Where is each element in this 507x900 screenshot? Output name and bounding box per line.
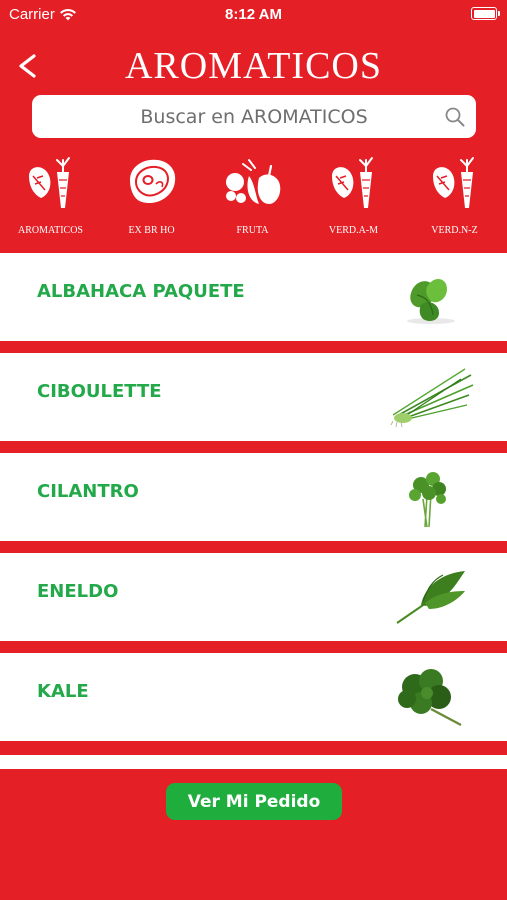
category-verd-a-m[interactable]: VERD.A-M	[303, 148, 404, 248]
category-fruta[interactable]: FRUTA	[202, 148, 303, 248]
page-title: AROMATICOS	[124, 45, 383, 87]
steak-icon	[129, 159, 175, 204]
search-input[interactable]	[32, 95, 476, 138]
product-name: KALE	[37, 681, 89, 702]
category-label: FRUTA	[236, 225, 269, 236]
category-label: VERD.N-Z	[431, 225, 478, 236]
product-name: ENELDO	[37, 581, 119, 602]
clock: 8:12 AM	[225, 6, 282, 23]
list-end-divider	[0, 755, 507, 769]
category-ex-br-ho[interactable]: EX BR HO	[101, 148, 202, 248]
battery-icon	[471, 7, 500, 20]
leaf-carrot-icon	[432, 157, 474, 208]
leaf-carrot-icon	[331, 157, 373, 208]
fruit-icon	[225, 159, 280, 204]
category-label: AROMATICOS	[17, 225, 83, 236]
category-label: EX BR HO	[128, 225, 175, 236]
category-label: VERD.A-M	[328, 225, 379, 236]
category-bar: AROMATICOS EX BR HO FRUTA VERD.A-M VERD.…	[0, 148, 507, 248]
dill-image	[396, 571, 465, 624]
category-verd-n-z[interactable]: VERD.N-Z	[404, 148, 505, 248]
product-name: ALBAHACA PAQUETE	[37, 281, 245, 302]
view-order-button[interactable]: Ver Mi Pedido	[166, 783, 342, 820]
product-row-cilantro[interactable]: CILANTRO	[0, 453, 507, 541]
product-row-eneldo[interactable]: ENELDO	[0, 553, 507, 641]
product-row-ciboulette[interactable]: CIBOULETTE	[0, 353, 507, 441]
product-row-albahaca[interactable]: ALBAHACA PAQUETE	[0, 253, 507, 341]
category-aromaticos[interactable]: AROMATICOS	[0, 148, 101, 248]
search-bar[interactable]	[32, 95, 476, 138]
status-bar: Carrier 8:12 AM	[0, 0, 507, 30]
search-icon[interactable]	[444, 106, 466, 128]
chives-image	[390, 368, 474, 428]
product-row-kale[interactable]: KALE	[0, 653, 507, 741]
basil-image	[407, 278, 455, 324]
product-name: CIBOULETTE	[37, 381, 162, 402]
kale-image	[398, 669, 462, 727]
product-name: CILANTRO	[37, 481, 139, 502]
cilantro-image	[409, 472, 446, 528]
leaf-carrot-icon	[28, 157, 70, 208]
